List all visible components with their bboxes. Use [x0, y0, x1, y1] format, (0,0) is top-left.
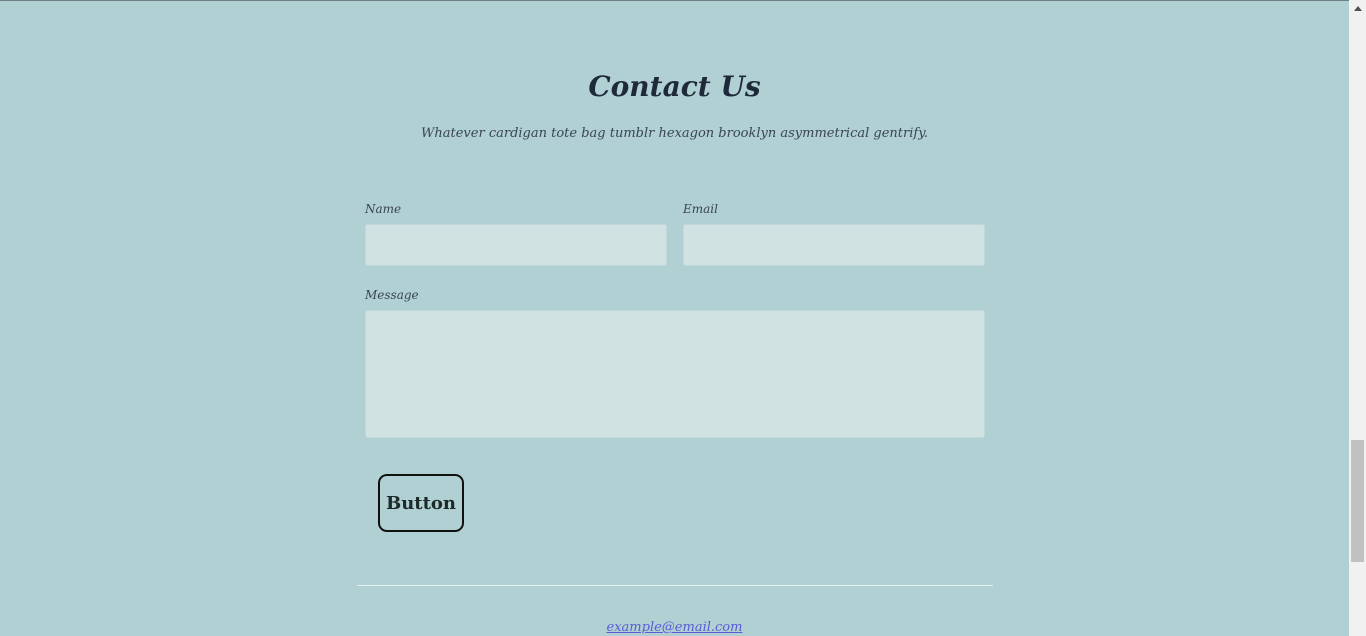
- scroll-up-arrow-icon[interactable]: [1349, 0, 1366, 17]
- footer-divider: [357, 585, 993, 586]
- vertical-scrollbar[interactable]: [1349, 0, 1366, 636]
- scrollbar-thumb[interactable]: [1351, 440, 1364, 562]
- page-subtitle: Whatever cardigan tote bag tumblr hexago…: [421, 126, 928, 141]
- submit-button[interactable]: Button: [378, 474, 464, 532]
- contact-page: Contact Us Whatever cardigan tote bag tu…: [0, 0, 1366, 636]
- email-label: Email: [683, 202, 718, 216]
- message-label: Message: [365, 288, 419, 302]
- page-title: Contact Us: [588, 70, 761, 103]
- name-label: Name: [365, 202, 402, 216]
- email-input[interactable]: [683, 224, 985, 266]
- message-textarea[interactable]: [365, 310, 985, 438]
- footer-email-link[interactable]: example@email.com: [0, 620, 1349, 635]
- top-border: [0, 0, 1349, 1]
- name-input[interactable]: [365, 224, 667, 266]
